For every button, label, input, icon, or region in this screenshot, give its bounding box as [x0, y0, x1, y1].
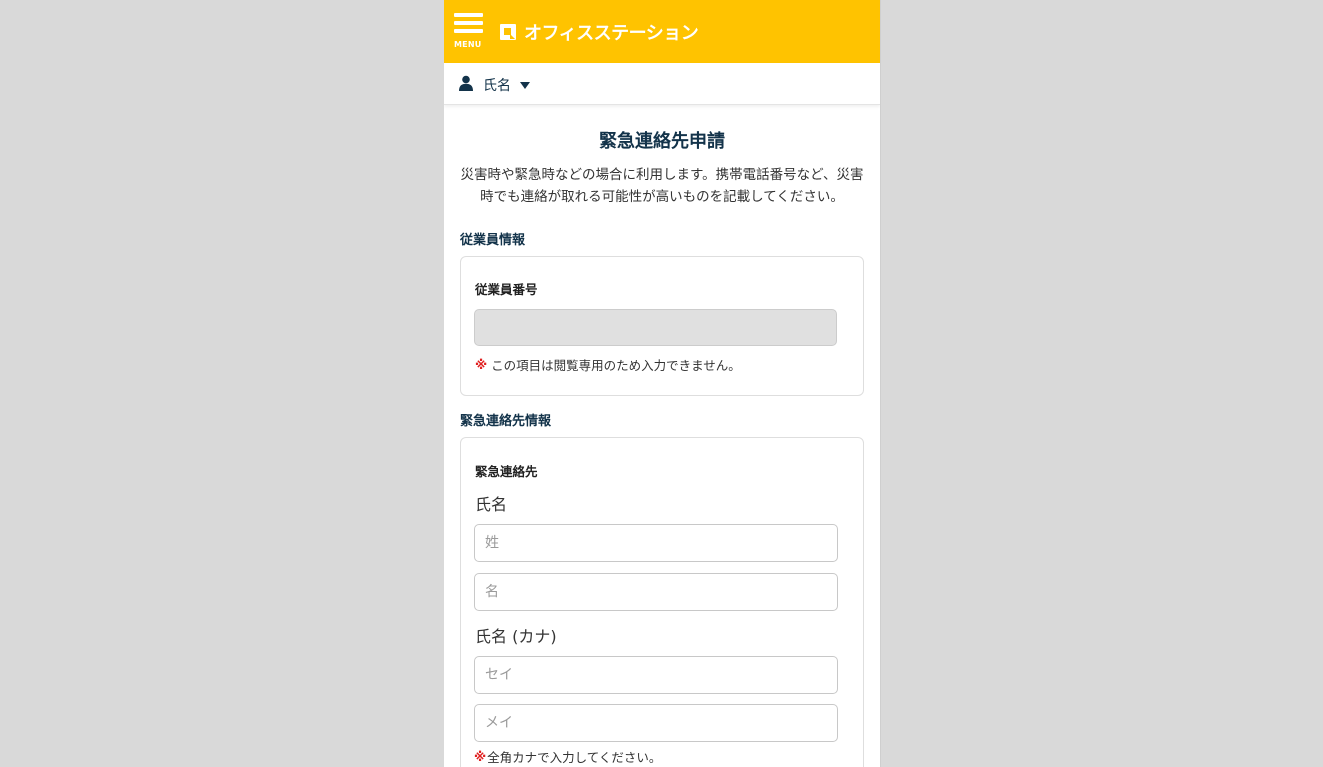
emergency-contact-card: 緊急連絡先 氏名 氏名 (カナ) ※ 全角カナで入力してください。 [460, 437, 864, 767]
kana-note-mark: ※ [474, 749, 487, 764]
caret-down-icon [520, 81, 530, 89]
kana-name-label: 氏名 (カナ) [475, 627, 557, 646]
kana-note-text: 全角カナで入力してください。 [487, 750, 662, 765]
employee-number-field [474, 309, 837, 346]
page-description: 災害時や緊急時などの場合に利用します。携帯電話番号など、災害時でも連絡が取れる可… [460, 167, 864, 205]
note-text: この項目は閲覧専用のため入力できません。 [491, 358, 741, 373]
app-logo[interactable]: オフィスステーション [498, 19, 699, 45]
emergency-section-title: 緊急連絡先情報 [460, 414, 552, 429]
user-menu-toggle[interactable]: 氏名 [458, 75, 530, 95]
emergency-contact-label: 緊急連絡先 [475, 464, 538, 479]
hamburger-icon-line [454, 13, 483, 17]
kana-note: ※ 全角カナで入力してください。 [474, 747, 661, 766]
last-name-kana-input[interactable] [474, 656, 838, 694]
first-name-input[interactable] [474, 573, 838, 611]
readonly-note: ※ この項目は閲覧専用のため入力できません。 [475, 355, 741, 374]
menu-label: MENU [454, 40, 482, 49]
app-frame: MENU オフィスステーション 氏名 緊急連絡先申請 災害時や緊急時などの場合に… [444, 0, 881, 767]
employee-info-card: 従業員番号 ※ この項目は閲覧専用のため入力できません。 [460, 256, 864, 396]
employee-number-label: 従業員番号 [475, 282, 538, 297]
employee-section-title: 従業員情報 [460, 233, 526, 248]
user-icon [458, 75, 474, 95]
name-label: 氏名 [475, 495, 508, 514]
hamburger-icon-line [454, 29, 483, 33]
office-station-logo-icon [498, 22, 518, 42]
last-name-input[interactable] [474, 524, 838, 562]
user-name: 氏名 [483, 78, 511, 94]
note-mark: ※ [475, 357, 488, 372]
app-header: MENU オフィスステーション [444, 0, 880, 63]
logo-text: オフィスステーション [524, 23, 699, 44]
first-name-kana-input[interactable] [474, 704, 838, 742]
user-bar: 氏名 [444, 63, 880, 105]
menu-button[interactable]: MENU [453, 13, 485, 53]
hamburger-icon-line [454, 21, 483, 25]
page-title: 緊急連絡先申請 [599, 131, 725, 152]
